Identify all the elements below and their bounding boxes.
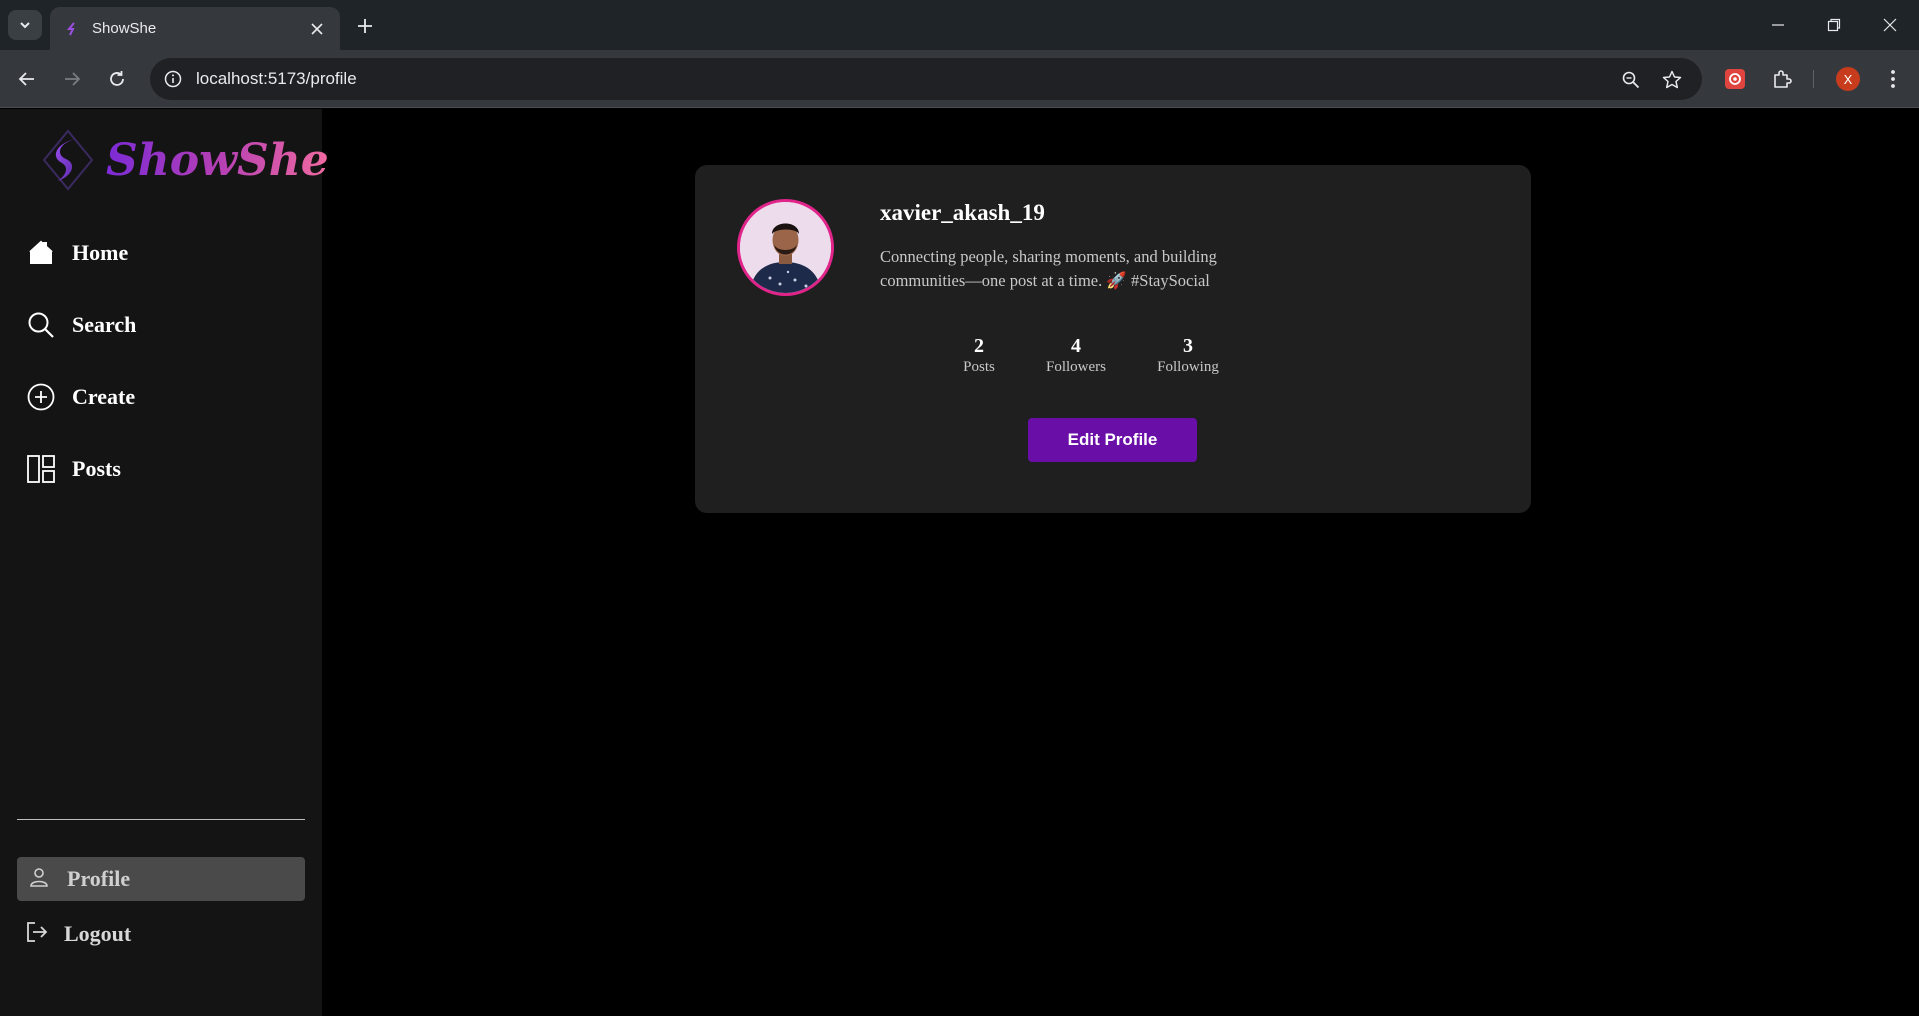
stat-label: Following (1157, 359, 1219, 375)
zoom-icon[interactable] (1620, 69, 1642, 91)
browser-toolbar: localhost:5173/profile X (0, 50, 1919, 108)
plus-icon (358, 19, 372, 33)
extension-app-icon[interactable] (1720, 64, 1750, 94)
browser-tab[interactable]: ShowShe (50, 7, 340, 50)
minimize-button[interactable] (1750, 0, 1806, 50)
reload-icon (110, 71, 124, 86)
profile-avatar-button[interactable]: X (1833, 64, 1863, 94)
arrow-right-icon (65, 72, 81, 86)
bio-line: communities—one post at a time. 🚀 #StayS… (880, 271, 1210, 290)
edit-profile-button[interactable]: Edit Profile (1028, 418, 1197, 462)
stat-value: 2 (974, 335, 984, 357)
sidebar-item-posts[interactable]: Posts (26, 449, 121, 489)
avatar[interactable] (737, 199, 834, 296)
logout-icon (26, 921, 48, 948)
browser-tabbar: ShowShe (0, 0, 1919, 50)
bookmark-star-icon[interactable] (1661, 69, 1683, 91)
posts-grid-icon (26, 454, 56, 484)
sidebar-divider (17, 819, 305, 820)
address-bar[interactable]: localhost:5173/profile (150, 58, 1702, 100)
sidebar-item-label: Create (72, 384, 136, 409)
profile-username: xavier_akash_19 (880, 200, 1045, 225)
stat-posts[interactable]: 2 Posts (934, 335, 1024, 376)
profile-photo (740, 202, 831, 293)
sidebar-item-logout[interactable]: Logout (26, 914, 131, 954)
profile-initial: X (1836, 67, 1860, 91)
stat-following[interactable]: 3 Following (1143, 335, 1233, 376)
stat-followers[interactable]: 4 Followers (1031, 335, 1121, 376)
info-icon[interactable] (164, 70, 182, 88)
search-icon (26, 310, 56, 340)
kebab-menu-icon (1891, 70, 1895, 88)
stat-label: Posts (963, 359, 995, 375)
sidebar-item-label: Profile (67, 866, 131, 891)
browser-menu-button[interactable] (1878, 64, 1908, 94)
url-text: localhost:5173/profile (196, 69, 357, 88)
logo-mark-icon (42, 129, 94, 191)
user-icon (29, 867, 49, 892)
extensions-puzzle-icon[interactable] (1767, 64, 1797, 94)
brand-logo[interactable]: ShowShe (40, 129, 329, 191)
arrow-left-icon (18, 72, 34, 86)
bio-line: Connecting people, sharing moments, and … (880, 247, 1217, 266)
back-button[interactable] (12, 64, 42, 94)
sidebar-item-profile[interactable]: Profile (17, 857, 305, 901)
favicon-icon (66, 21, 75, 35)
sidebar-item-create[interactable]: Create (26, 377, 135, 417)
reload-button[interactable] (102, 64, 132, 94)
tab-search-button[interactable] (8, 10, 42, 40)
sidebar-item-label: Home (72, 240, 129, 265)
stat-value: 3 (1183, 335, 1193, 357)
sidebar-item-label: Posts (72, 456, 121, 481)
sidebar: ShowShe Home Search Create Posts Profile (0, 109, 329, 1016)
tab-close-icon[interactable] (308, 20, 326, 38)
restore-icon (1827, 18, 1841, 32)
stat-value: 4 (1071, 335, 1081, 357)
close-icon (1883, 18, 1897, 32)
tab-title: ShowShe (92, 20, 157, 37)
sidebar-item-home[interactable]: Home (26, 233, 128, 273)
plus-circle-icon (26, 382, 56, 412)
sidebar-item-label: Logout (64, 921, 132, 946)
close-window-button[interactable] (1862, 0, 1918, 50)
new-tab-button[interactable] (352, 13, 378, 39)
logo-text: ShowShe (106, 134, 329, 186)
stat-label: Followers (1046, 359, 1106, 375)
forward-button[interactable] (57, 64, 87, 94)
toolbar-divider (1813, 70, 1814, 88)
profile-bio: Connecting people, sharing moments, and … (880, 245, 1300, 293)
restore-button[interactable] (1806, 0, 1862, 50)
sidebar-item-label: Search (72, 312, 137, 337)
home-icon (26, 238, 56, 268)
sidebar-item-search[interactable]: Search (26, 305, 136, 345)
profile-card: xavier_akash_19 Connecting people, shari… (695, 165, 1531, 513)
chevron-down-icon (20, 22, 30, 29)
minimize-icon (1772, 24, 1784, 26)
